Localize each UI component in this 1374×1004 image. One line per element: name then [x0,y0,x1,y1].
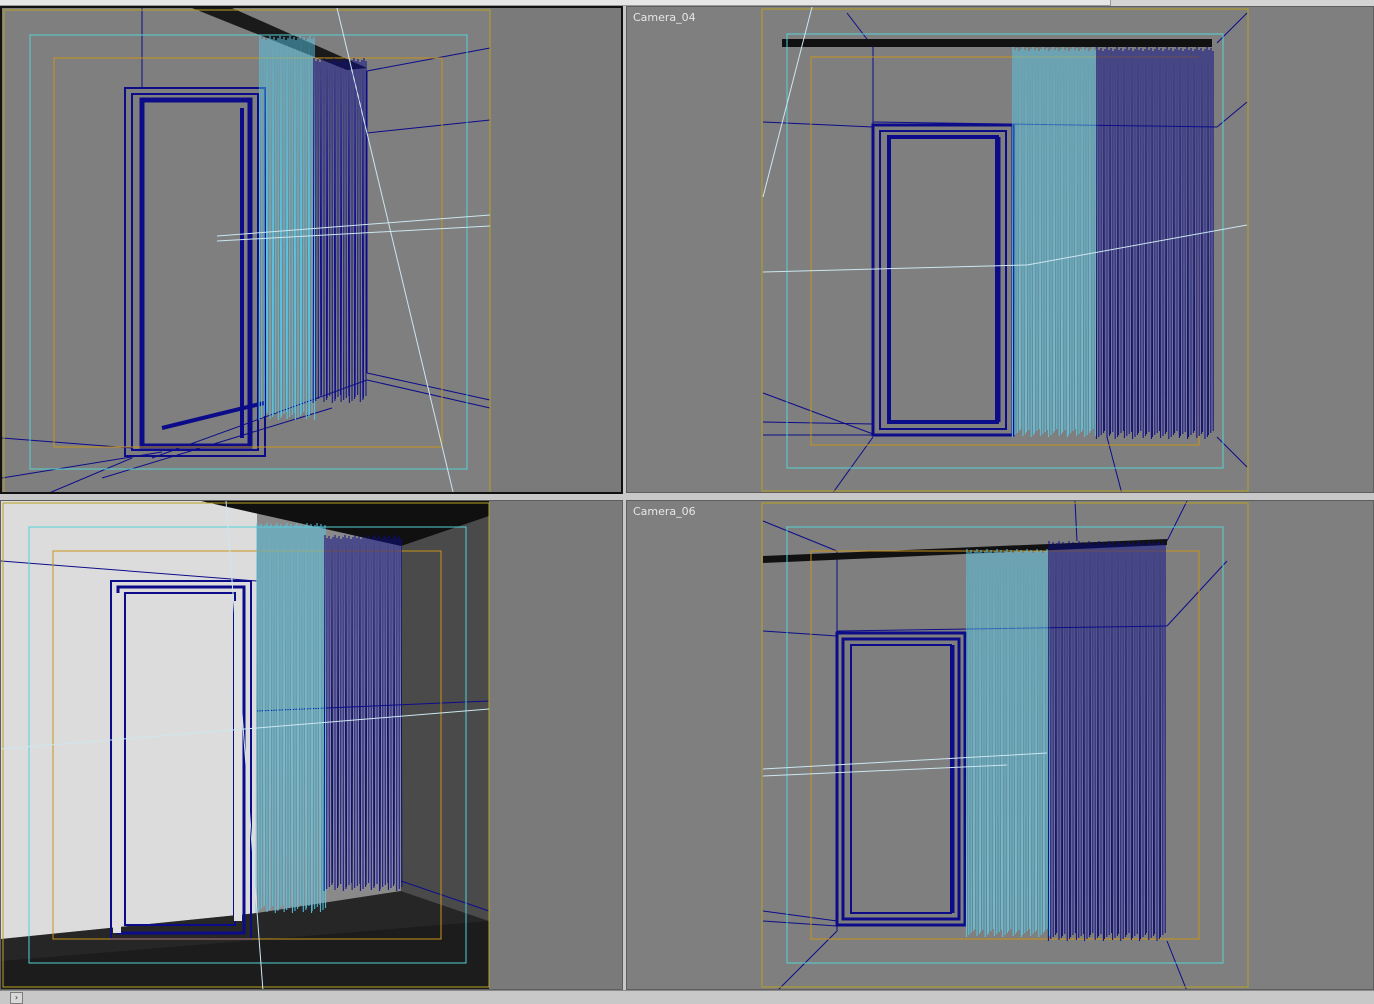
viewport-top-left[interactable] [0,6,623,494]
viewport-bottom-left[interactable] [0,500,623,990]
shaded-render [1,501,623,990]
viewport-camera-06[interactable]: Camera_06 [626,500,1374,990]
wireframe-render [627,501,1374,990]
viewport-label[interactable]: Camera_04 [633,11,696,24]
chevron-right-icon[interactable]: › [10,992,23,1004]
bottom-status-bar: › [0,990,1374,1003]
wireframe-render [627,7,1374,493]
wireframe-render [2,8,623,494]
viewport-camera-04[interactable]: Camera_04 [626,6,1374,493]
viewport-label[interactable]: Camera_06 [633,505,696,518]
